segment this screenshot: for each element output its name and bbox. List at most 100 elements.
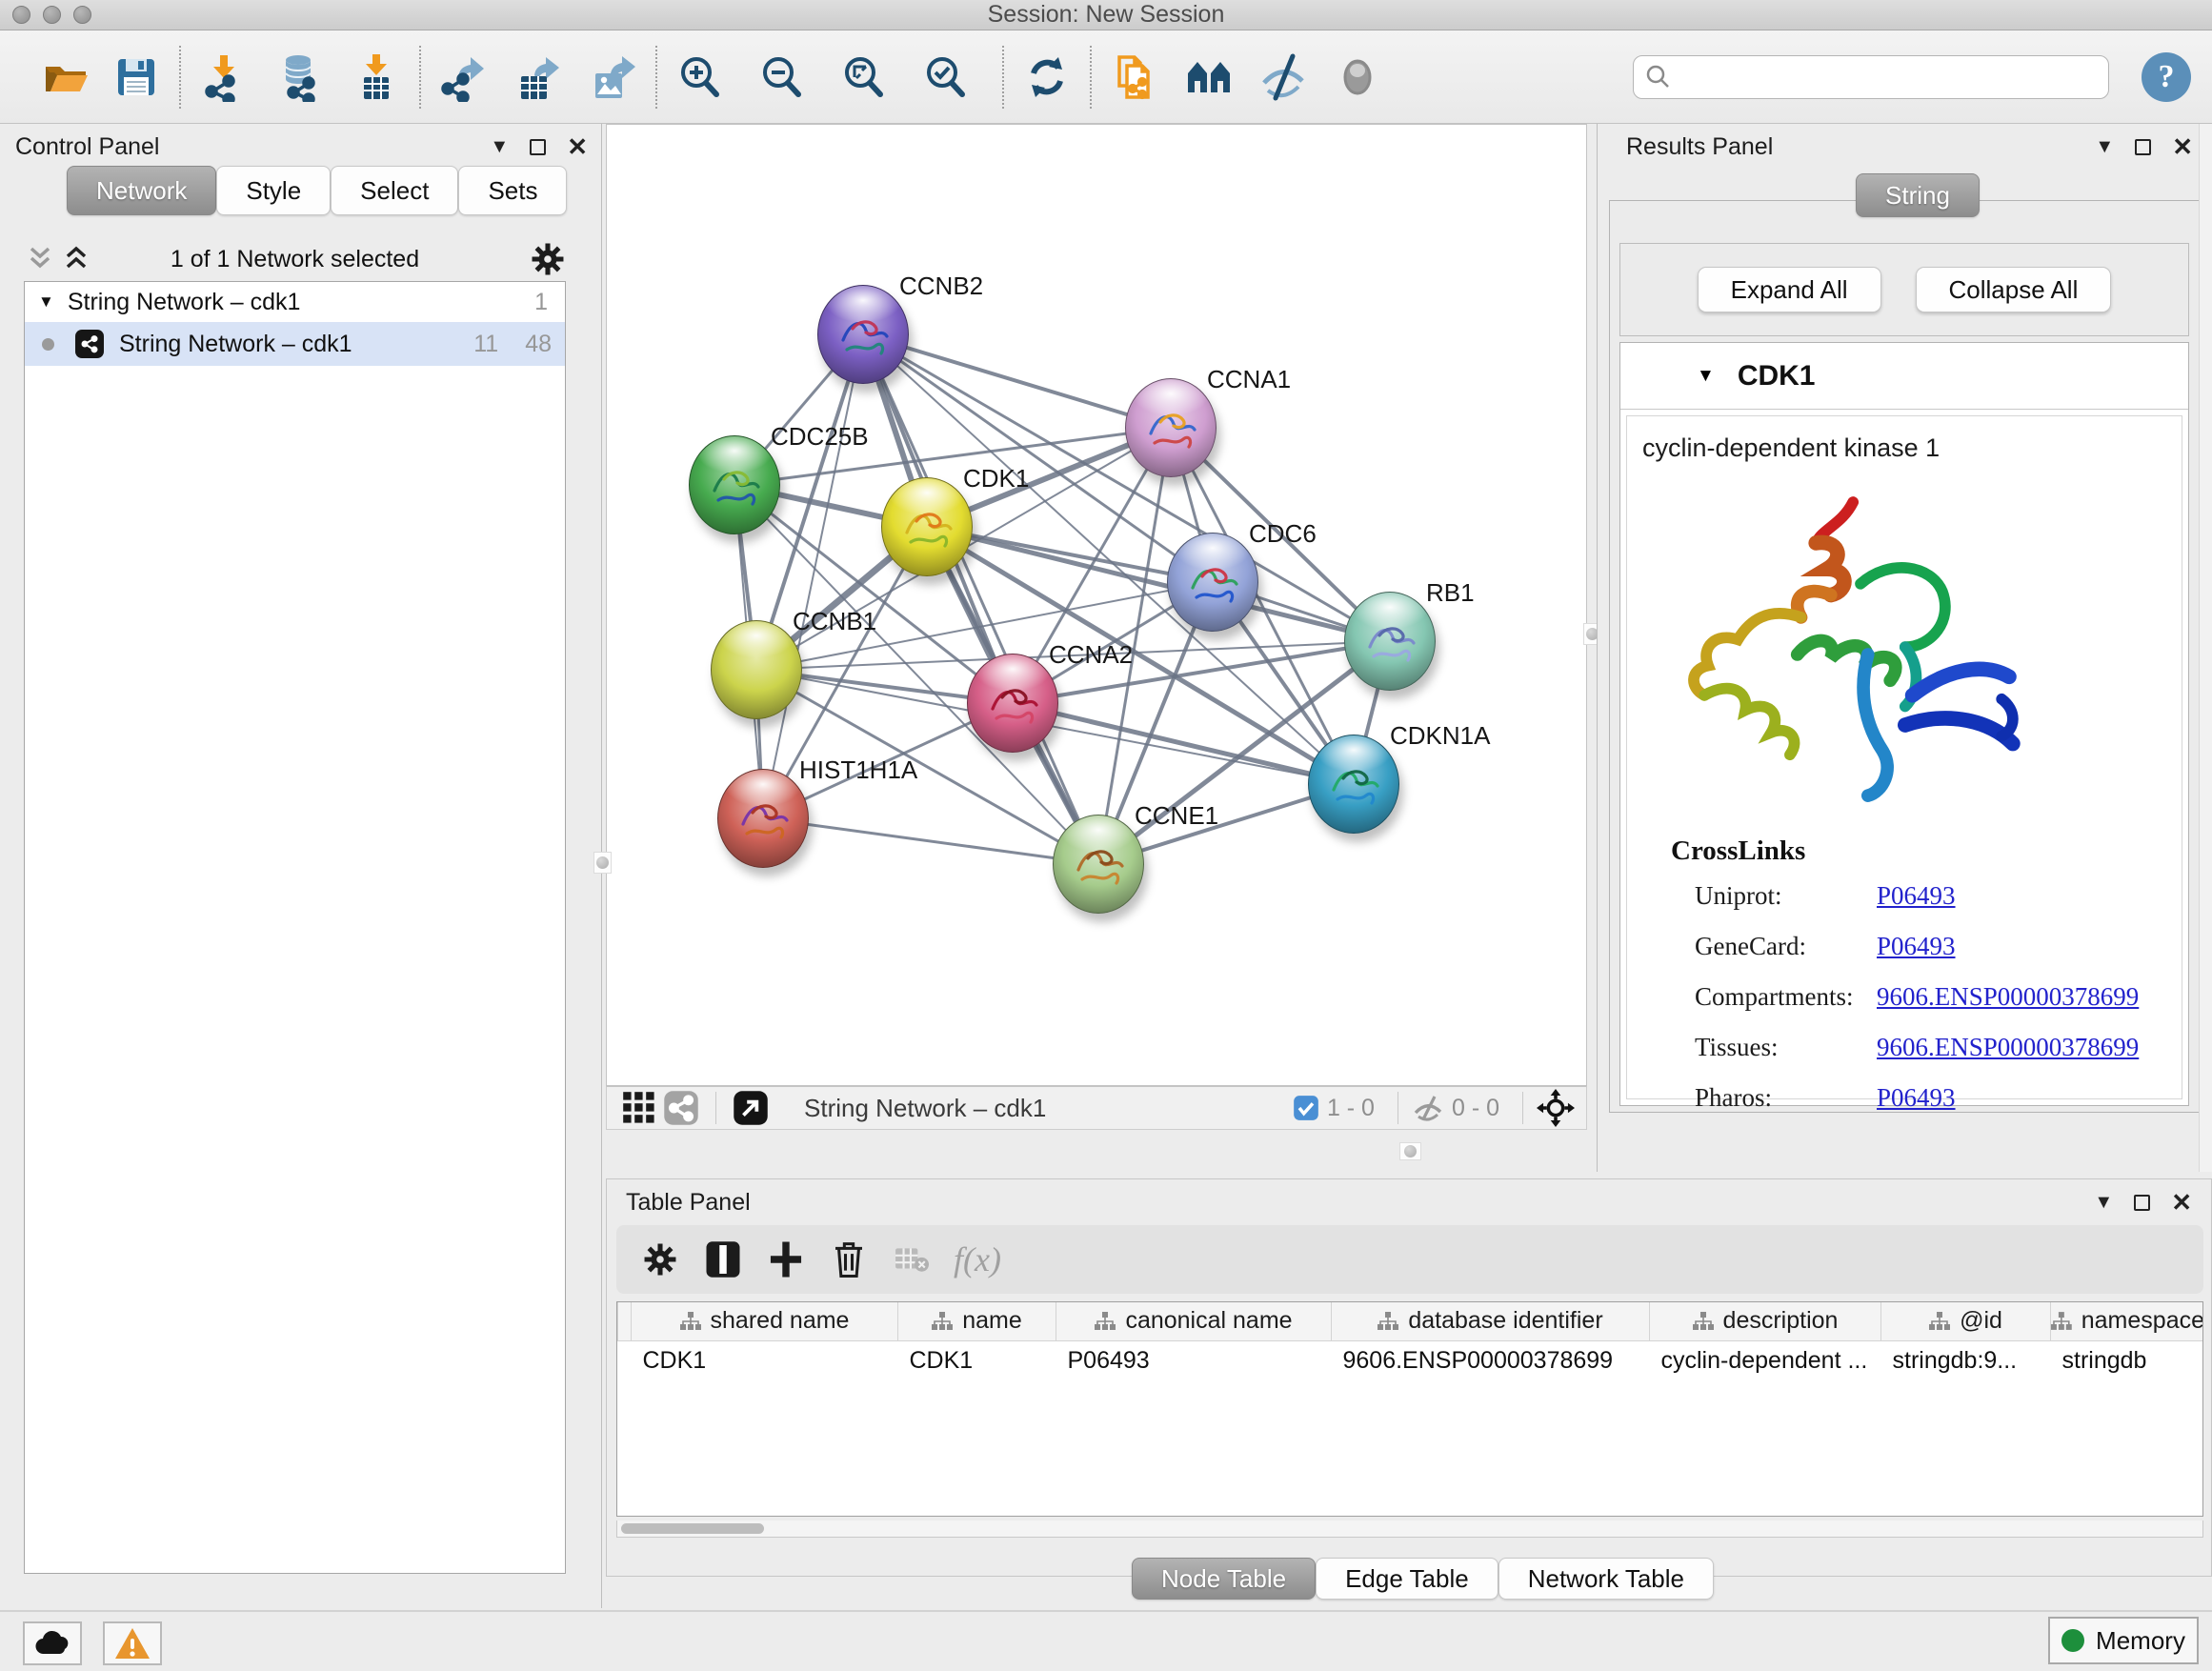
table-cell[interactable]: 9606.ENSP00000378699 <box>1332 1340 1650 1380</box>
first-neighbors-button[interactable] <box>1179 48 1238 107</box>
table-cell[interactable]: stringdb:9... <box>1881 1340 2051 1380</box>
table-hscrollbar[interactable] <box>616 1520 2203 1538</box>
column-header-description[interactable]: description <box>1650 1302 1881 1340</box>
crosslink-label: Uniprot: <box>1695 881 1782 919</box>
network-edge[interactable] <box>763 334 863 818</box>
column-header-shared-name[interactable]: shared name <box>632 1302 898 1340</box>
show-columns-button[interactable] <box>702 1238 744 1280</box>
function-builder-button[interactable]: f(x) <box>954 1238 1001 1280</box>
panel-float-icon[interactable] <box>2134 1195 2150 1211</box>
table-row[interactable]: CDK1CDK1P064939606.ENSP00000378699cyclin… <box>618 1340 2204 1380</box>
node-description: cyclin-dependent kinase 1 <box>1627 416 2182 463</box>
import-network-button[interactable] <box>194 48 253 107</box>
zoom-fit-button[interactable] <box>835 48 894 107</box>
expand-all-button[interactable]: Expand All <box>1698 267 1881 312</box>
tab-network-table[interactable]: Network Table <box>1498 1558 1714 1600</box>
column-header-canonical-name[interactable]: canonical name <box>1056 1302 1332 1340</box>
tab-edge-table[interactable]: Edge Table <box>1316 1558 1498 1600</box>
tab-select[interactable]: Select <box>331 166 458 215</box>
section-collapse-icon[interactable]: ▼ <box>1697 366 1715 387</box>
birdseye-view-icon[interactable] <box>730 1087 772 1129</box>
table-cell[interactable]: cyclin-dependent ... <box>1650 1340 1881 1380</box>
crosslink-link[interactable]: 9606.ENSP00000378699 <box>1877 1033 2139 1062</box>
network-collection-row[interactable]: ▼ String Network – cdk1 1 <box>25 282 565 322</box>
zoom-in-button[interactable] <box>671 48 730 107</box>
left-splitter-handle[interactable] <box>593 852 612 874</box>
warnings-button[interactable] <box>103 1621 162 1665</box>
network-node-CDK1[interactable] <box>881 477 973 576</box>
hidden-eye-icon[interactable] <box>1412 1094 1444 1122</box>
grid-view-icon[interactable] <box>618 1087 660 1129</box>
table-cell[interactable]: P06493 <box>1056 1340 1332 1380</box>
table-cell[interactable]: stringdb <box>2051 1340 2204 1380</box>
gear-icon[interactable] <box>530 241 566 277</box>
network-view[interactable]: CCNB2CCNA1CDC25BCDK1CDC6RB1CCNB1CCNA2CDK… <box>606 124 1587 1086</box>
cloud-status-button[interactable] <box>23 1621 82 1665</box>
help-button[interactable]: ? <box>2142 52 2191 102</box>
panel-float-icon[interactable] <box>530 139 546 155</box>
column-header-namespace[interactable]: namespace <box>2051 1302 2204 1340</box>
tab-network[interactable]: Network <box>67 166 216 215</box>
table-settings-button[interactable] <box>639 1238 681 1280</box>
network-node-CCNB1[interactable] <box>711 620 802 719</box>
fit-content-icon[interactable] <box>1537 1089 1575 1127</box>
network-node-CDC25B[interactable] <box>689 435 780 534</box>
import-database-button[interactable] <box>271 48 330 107</box>
column-header-name[interactable]: name <box>898 1302 1056 1340</box>
crosslink-link[interactable]: 9606.ENSP00000378699 <box>1877 982 2139 1012</box>
network-node-CCNB2[interactable] <box>817 285 909 384</box>
tab-string[interactable]: String <box>1856 173 1980 217</box>
export-image-button[interactable] <box>583 48 642 107</box>
network-node-HIST1H1A[interactable] <box>717 769 809 868</box>
results-scrollbar[interactable] <box>2199 124 2212 1172</box>
crosslink-link[interactable]: P06493 <box>1877 1083 1956 1113</box>
horizontal-splitter-handle[interactable] <box>1399 1142 1421 1160</box>
crosslink-link[interactable]: P06493 <box>1877 932 1956 961</box>
panel-collapse-icon[interactable]: ▼ <box>2095 137 2114 156</box>
panel-close-icon[interactable]: ✕ <box>2172 134 2193 159</box>
search-input[interactable] <box>1679 64 2097 91</box>
network-node-CCNE1[interactable] <box>1053 815 1144 914</box>
clone-network-button[interactable] <box>1105 48 1164 107</box>
network-node-CCNA1[interactable] <box>1125 378 1217 477</box>
network-share-view-icon[interactable] <box>660 1087 702 1129</box>
crosslink-link[interactable]: P06493 <box>1877 881 1956 911</box>
column-header-id[interactable]: @id <box>1881 1302 2051 1340</box>
collapse-all-button[interactable]: Collapse All <box>1916 267 2112 312</box>
refresh-button[interactable] <box>1017 48 1076 107</box>
export-network-button[interactable] <box>434 48 493 107</box>
network-node-CCNA2[interactable] <box>967 654 1058 753</box>
zoom-out-button[interactable] <box>753 48 812 107</box>
selected-checkbox-icon[interactable] <box>1293 1095 1319 1121</box>
table-cell[interactable]: CDK1 <box>632 1340 898 1380</box>
tab-style[interactable]: Style <box>216 166 331 215</box>
memory-button[interactable]: Memory <box>2048 1617 2199 1664</box>
network-edge[interactable] <box>1013 703 1354 784</box>
panel-float-icon[interactable] <box>2135 139 2151 155</box>
delete-table-button[interactable] <box>891 1238 933 1280</box>
tab-node-table[interactable]: Node Table <box>1132 1558 1316 1600</box>
network-node-CDKN1A[interactable] <box>1308 735 1399 834</box>
export-table-button[interactable] <box>509 48 568 107</box>
add-column-button[interactable] <box>765 1238 807 1280</box>
panel-collapse-icon[interactable]: ▼ <box>2094 1193 2113 1212</box>
save-session-button[interactable] <box>107 48 166 107</box>
delete-column-button[interactable] <box>828 1238 870 1280</box>
zoom-selected-button[interactable] <box>916 48 975 107</box>
tree-expand-icon[interactable]: ▼ <box>38 292 54 312</box>
network-node-RB1[interactable] <box>1344 592 1436 691</box>
panel-collapse-icon[interactable]: ▼ <box>490 137 509 156</box>
table-cell[interactable]: CDK1 <box>898 1340 1056 1380</box>
open-session-button[interactable] <box>36 48 95 107</box>
column-header-database-identifier[interactable]: database identifier <box>1332 1302 1650 1340</box>
network-edge[interactable] <box>763 818 1098 864</box>
show-all-button[interactable] <box>1328 48 1387 107</box>
tab-sets[interactable]: Sets <box>458 166 567 215</box>
node-result-header[interactable]: ▼ CDK1 <box>1620 343 2188 410</box>
hide-selection-button[interactable] <box>1254 48 1313 107</box>
import-table-button[interactable] <box>347 48 406 107</box>
network-row-selected[interactable]: String Network – cdk1 11 48 <box>25 322 565 366</box>
panel-close-icon[interactable]: ✕ <box>567 134 588 159</box>
network-node-CDC6[interactable] <box>1167 533 1258 632</box>
panel-close-icon[interactable]: ✕ <box>2171 1190 2192 1215</box>
